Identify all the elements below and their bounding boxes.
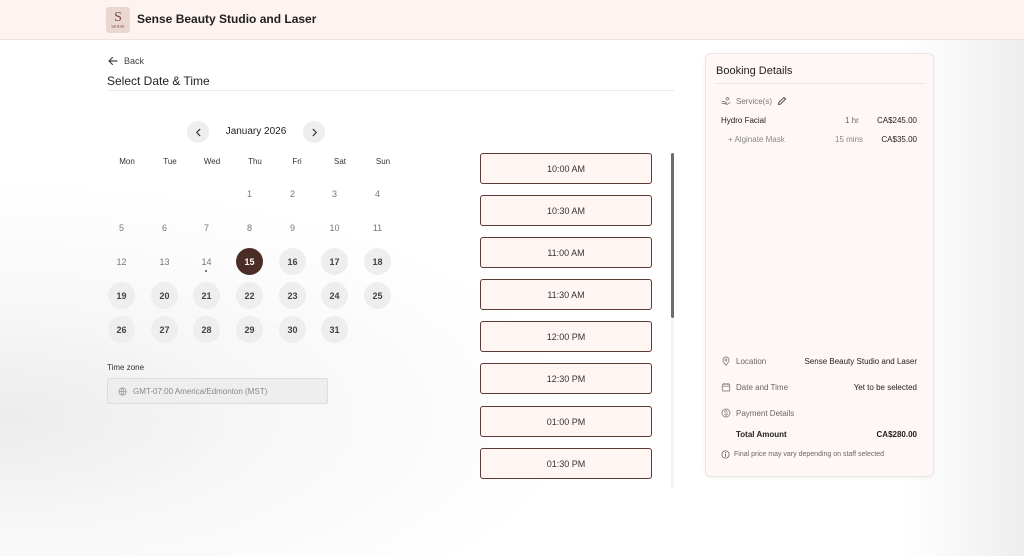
calendar-day-available[interactable]: 21: [193, 282, 220, 309]
calendar-day: 2: [289, 188, 295, 199]
calendar-day-available[interactable]: 23: [279, 282, 306, 309]
time-slot-button[interactable]: 11:30 AM: [480, 279, 652, 310]
payment-row: Payment Details: [721, 408, 794, 418]
logo-letter: S: [114, 9, 122, 25]
calendar-day-today: 14: [193, 248, 220, 275]
back-label: Back: [124, 56, 145, 66]
booking-details-card: Booking Details Service(s) Hydro Facial …: [705, 53, 934, 477]
total-value: CA$280.00: [876, 430, 917, 439]
weekday-label: Sat: [333, 157, 346, 166]
calendar-day: 8: [246, 222, 252, 233]
location-row: Location: [721, 356, 766, 366]
time-slot-button[interactable]: 12:00 PM: [480, 321, 652, 352]
back-button[interactable]: Back: [107, 55, 144, 67]
time-slot-button[interactable]: 01:00 PM: [480, 406, 652, 437]
globe-icon: [118, 386, 127, 396]
payment-label: Payment Details: [736, 408, 795, 418]
calendar-day: 12: [116, 256, 127, 267]
calendar-day-available[interactable]: 31: [321, 316, 348, 343]
brand-name: Sense Beauty Studio and Laser: [137, 12, 317, 26]
calendar-day-available[interactable]: 16: [279, 248, 306, 275]
weekday-label: Fri: [292, 157, 302, 166]
calendar-day: 13: [159, 256, 170, 267]
addon-duration: 15 mins: [835, 135, 864, 144]
service-duration: 1 hr: [845, 116, 859, 125]
services-label: Service(s): [736, 96, 773, 106]
calendar-day-selected[interactable]: 15: [236, 248, 263, 275]
calendar-day: 11: [372, 222, 383, 233]
booking-details-title: Booking Details: [716, 65, 793, 77]
title-divider: [107, 90, 674, 91]
datetime-label: Date and Time: [736, 382, 789, 392]
time-slot-button[interactable]: 10:00 AM: [480, 153, 652, 184]
today-indicator: [205, 270, 207, 272]
top-bar: S SENSE Sense Beauty Studio and Laser: [0, 0, 1024, 40]
timezone-field[interactable]: GMT-07:00 America/Edmonton (MST): [107, 378, 328, 404]
calendar-day-available[interactable]: 25: [364, 282, 391, 309]
calendar-day-available[interactable]: 27: [151, 316, 178, 343]
time-slot-button[interactable]: 12:30 PM: [480, 363, 652, 394]
calendar-day: 9: [289, 222, 295, 233]
location-pin-icon: [722, 356, 730, 366]
addon-price: CA$35.00: [881, 135, 917, 144]
arrow-left-icon: [108, 56, 118, 66]
calendar-day-available[interactable]: 29: [236, 316, 263, 343]
calendar-day: 4: [374, 188, 380, 199]
card-divider: [716, 83, 925, 84]
calendar-day-available[interactable]: 22: [236, 282, 263, 309]
info-icon: [721, 450, 730, 459]
calendar-day-number: 14: [201, 256, 212, 267]
calendar-day-available[interactable]: 18: [364, 248, 391, 275]
calendar-day-available[interactable]: 19: [108, 282, 135, 309]
time-slot-button[interactable]: 11:00 AM: [480, 237, 652, 268]
weekday-label: Mon: [119, 157, 135, 166]
calendar-day-available[interactable]: 26: [108, 316, 135, 343]
scrollbar-thumb[interactable]: [671, 153, 674, 318]
calendar-day: 1: [246, 188, 252, 199]
price-note-text: Final price may vary depending on staff …: [734, 451, 885, 458]
page-title: Select Date & Time: [107, 74, 210, 88]
dollar-icon: [721, 408, 731, 418]
price-note: Final price may vary depending on staff …: [721, 450, 884, 459]
time-slot-button[interactable]: 01:30 PM: [480, 448, 652, 479]
addon-name: + Alginate Mask: [728, 135, 785, 144]
weekday-label: Sun: [375, 157, 391, 166]
location-label: Location: [736, 356, 767, 366]
service-name: Hydro Facial: [721, 116, 766, 125]
calendar-day: 7: [203, 222, 209, 233]
calendar-day-available[interactable]: 17: [321, 248, 348, 275]
scrollbar-track: [671, 318, 674, 488]
datetime-row: Date and Time: [721, 382, 788, 392]
calendar-icon: [721, 383, 731, 392]
services-header: Service(s): [721, 96, 787, 106]
calendar-day: 6: [161, 222, 167, 233]
logo-text: SENSE: [111, 23, 125, 29]
weekday-label: Tue: [163, 157, 177, 166]
brand-logo[interactable]: S SENSE: [106, 7, 130, 33]
time-slot-button[interactable]: 10:30 AM: [480, 195, 652, 226]
location-value: Sense Beauty Studio and Laser: [804, 357, 917, 366]
calendar-day-available[interactable]: 24: [321, 282, 348, 309]
month-navigator: January 2026: [187, 121, 327, 143]
weekday-label: Wed: [203, 157, 221, 166]
total-label: Total Amount: [736, 430, 787, 439]
calendar-day: 3: [331, 188, 337, 199]
timezone-label: Time zone: [107, 363, 145, 372]
next-month-button[interactable]: [303, 121, 325, 143]
calendar-day-available[interactable]: 30: [279, 316, 306, 343]
calendar-day: 10: [329, 222, 340, 233]
calendar-day-available[interactable]: 20: [151, 282, 178, 309]
calendar-day: 5: [118, 222, 124, 233]
datetime-value: Yet to be selected: [853, 383, 917, 392]
chevron-right-icon: [312, 128, 317, 136]
service-price: CA$245.00: [876, 116, 917, 125]
calendar-day-available[interactable]: 28: [193, 316, 220, 343]
timezone-value: GMT-07:00 America/Edmonton (MST): [133, 386, 268, 396]
edit-pencil-icon[interactable]: [777, 96, 787, 106]
service-hand-icon: [721, 97, 731, 105]
weekday-label: Thu: [248, 157, 262, 166]
